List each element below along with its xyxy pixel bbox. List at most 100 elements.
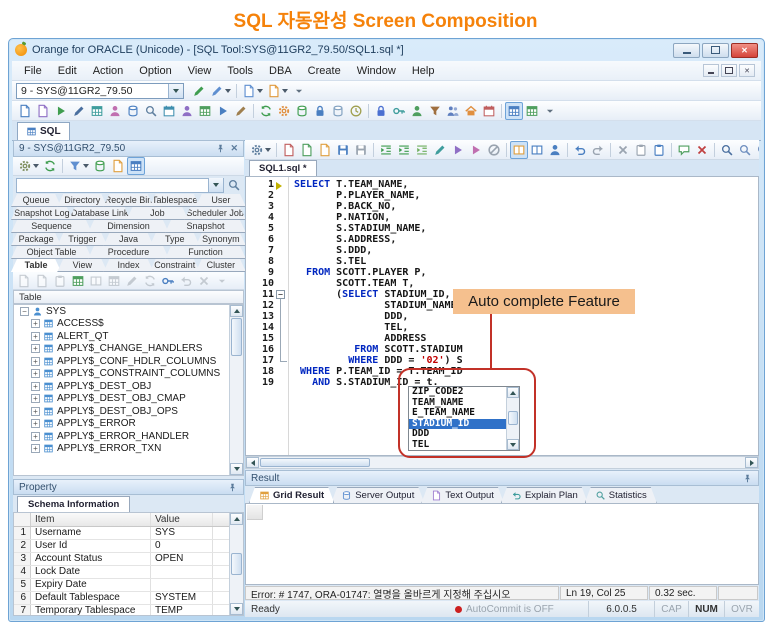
code-line-6[interactable]: 6 S.ADDRESS, [246, 234, 758, 245]
filter-icon[interactable] [66, 157, 91, 175]
hscroll-thumb[interactable] [260, 458, 370, 467]
expand-icon[interactable]: + [31, 331, 40, 341]
tree-scroll-thumb[interactable] [231, 318, 242, 356]
tab-sql[interactable]: SQL [17, 122, 70, 140]
menu-item-help[interactable]: Help [404, 63, 443, 79]
tree-item-sys[interactable]: − SYS [14, 305, 243, 318]
hscroll-left-icon[interactable] [246, 457, 259, 468]
menu-item-view[interactable]: View [180, 63, 220, 79]
code-line-4[interactable]: 4 P.NATION, [246, 212, 758, 223]
open-file-icon[interactable] [316, 141, 334, 159]
search-dropdown-icon[interactable] [208, 178, 223, 192]
session-lock-icon[interactable] [372, 102, 390, 120]
format-sql-icon[interactable] [431, 141, 449, 159]
tree-item-apply-dest-obj[interactable]: + APPLY$_DEST_OBJ [14, 380, 243, 393]
indent-icon[interactable] [377, 141, 395, 159]
expand-icon[interactable]: + [31, 356, 40, 366]
menu-item-window[interactable]: Window [349, 63, 404, 79]
run-script-icon[interactable] [52, 102, 70, 120]
code-line-2[interactable]: 2 P.PLAYER_NAME, [246, 190, 758, 201]
expand-icon[interactable]: + [31, 344, 40, 354]
autocomplete-item-e-team-name[interactable]: E_TEAM_NAME [409, 407, 519, 419]
mdi-restore-button[interactable] [721, 64, 737, 77]
outdent-icon[interactable] [395, 141, 413, 159]
script-edit-icon[interactable] [232, 102, 250, 120]
close-file-icon[interactable] [280, 141, 298, 159]
obj-script-icon[interactable] [123, 272, 141, 290]
obj-sync-icon[interactable] [141, 272, 159, 290]
menu-item-dba[interactable]: DBA [261, 63, 300, 79]
tab-table[interactable]: Table [11, 259, 61, 272]
mdi-minimize-button[interactable] [703, 64, 719, 77]
tab-user[interactable]: User [196, 194, 246, 207]
schedule-icon[interactable] [160, 102, 178, 120]
jobs-icon[interactable] [275, 102, 293, 120]
tab-constraint[interactable]: Constraint [150, 259, 200, 272]
redo-icon[interactable] [589, 141, 607, 159]
tab-sql1-sql[interactable]: SQL1.sql * [249, 160, 317, 176]
run-sql-pen-icon[interactable] [190, 82, 208, 100]
code-line-8[interactable]: 8 S.TEL [246, 256, 758, 267]
toolbar-options-icon[interactable] [290, 82, 308, 100]
property-row-username[interactable]: 1 Username SYS [14, 527, 243, 540]
obj-drop-icon[interactable] [195, 272, 213, 290]
close-button[interactable]: ✕ [731, 42, 758, 58]
expand-icon[interactable]: + [31, 419, 40, 429]
grid-alt-icon[interactable] [523, 102, 541, 120]
home-icon[interactable] [462, 102, 480, 120]
menu-item-file[interactable]: File [16, 63, 50, 79]
obj-open-icon[interactable] [33, 272, 51, 290]
pin-icon[interactable] [215, 143, 226, 154]
tab-cluster[interactable]: Cluster [196, 259, 246, 272]
find-prev-icon[interactable] [754, 141, 759, 159]
expand-icon[interactable]: + [31, 444, 40, 454]
autocomplete-scroll-down-icon[interactable] [507, 439, 519, 450]
tab-database-link[interactable]: Database Link [69, 207, 131, 220]
tab-synonym[interactable]: Synonym [196, 233, 246, 246]
prev-session-icon[interactable] [240, 82, 265, 100]
hscroll-right-icon[interactable] [745, 457, 758, 468]
code-line-9[interactable]: 9 FROM SCOTT.PLAYER P, [246, 267, 758, 278]
tab-text-output[interactable]: Text Output [421, 487, 504, 503]
undo-icon[interactable] [571, 141, 589, 159]
code-line-1[interactable]: 1 SELECT T.TEAM_NAME, [246, 179, 758, 190]
property-row-default-tablespace[interactable]: 6 Default Tablespace SYSTEM [14, 592, 243, 605]
menu-item-edit[interactable]: Edit [50, 63, 85, 79]
tree-item-apply-error-handler[interactable]: + APPLY$_ERROR_HANDLER [14, 430, 243, 443]
edit-schedule-icon[interactable] [70, 102, 88, 120]
expand-icon[interactable]: + [31, 381, 40, 391]
tree-scroll-down-icon[interactable] [230, 463, 243, 475]
expand-icon[interactable]: + [31, 406, 40, 416]
obj-copy-icon[interactable] [51, 272, 69, 290]
code-line-15[interactable]: 15 ADDRESS [246, 333, 758, 344]
code-line-7[interactable]: 7 S.DDD, [246, 245, 758, 256]
tab-server-output[interactable]: Server Output [331, 487, 424, 503]
menu-item-option[interactable]: Option [131, 63, 179, 79]
grant-user-icon[interactable] [408, 102, 426, 120]
property-pin-icon[interactable] [227, 482, 238, 493]
db-monitor-icon[interactable] [329, 102, 347, 120]
tree-item-apply-dest-obj-cmap[interactable]: + APPLY$_DEST_OBJ_CMAP [14, 393, 243, 406]
tree-item-apply-conf-hdlr-columns[interactable]: + APPLY$_CONF_HDLR_COLUMNS [14, 355, 243, 368]
tab-dimension[interactable]: Dimension [88, 220, 169, 233]
tablespace-icon[interactable] [88, 102, 106, 120]
describe-icon[interactable] [510, 140, 528, 159]
property-scroll-thumb[interactable] [231, 553, 242, 575]
save-all-icon[interactable] [352, 141, 370, 159]
tree-item-access[interactable]: + ACCESS$ [14, 318, 243, 331]
search-object-icon[interactable] [142, 102, 160, 120]
expand-icon[interactable]: + [31, 369, 40, 379]
new-sql-icon[interactable] [16, 102, 34, 120]
tree-scrollbar[interactable] [229, 305, 243, 475]
calendar-icon[interactable] [480, 102, 498, 120]
cancel-query-icon[interactable] [485, 141, 503, 159]
obj-add-table-icon[interactable] [69, 272, 87, 290]
export-ddl-icon[interactable] [91, 157, 109, 175]
property-scroll-up-icon[interactable] [230, 513, 243, 525]
tab-scheduler-job[interactable]: Scheduler Job [184, 207, 246, 220]
tree-item-apply-error[interactable]: + APPLY$_ERROR [14, 418, 243, 431]
collapse-icon[interactable]: − [20, 306, 29, 316]
connection-combobox[interactable]: 9 - SYS@11GR2_79.50 [16, 82, 184, 99]
grid-view-icon[interactable] [505, 101, 523, 120]
autocomplete-scroll-up-icon[interactable] [507, 387, 519, 398]
